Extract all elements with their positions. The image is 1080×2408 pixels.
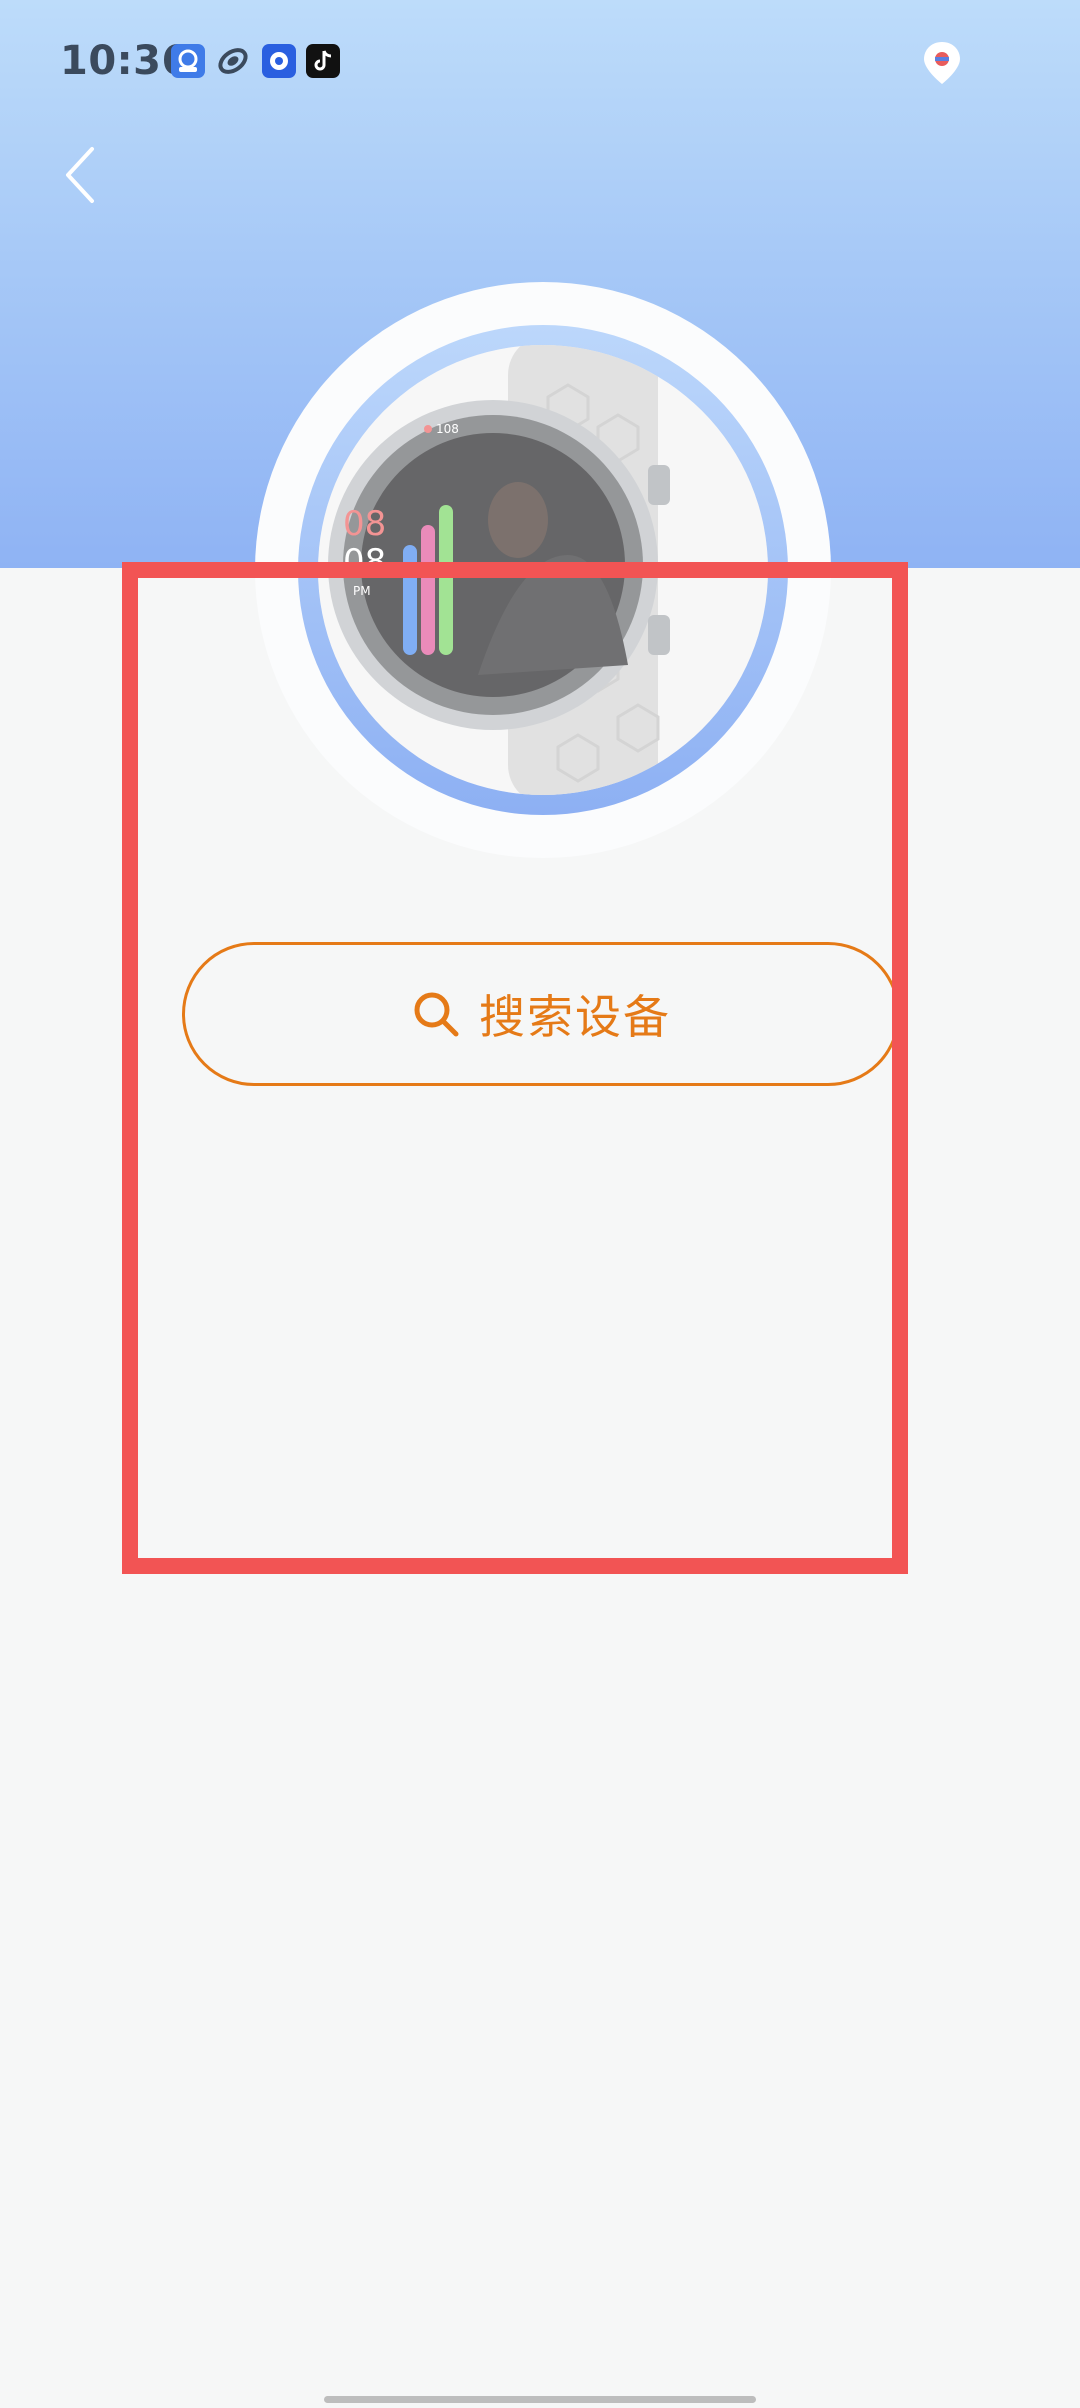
chat-app-icon [262,44,296,78]
swirl-app-icon [216,44,250,78]
tiktok-icon [306,44,340,78]
location-pin-icon [922,40,962,86]
app-notification-icon [171,44,205,78]
back-button[interactable] [50,135,110,215]
highlight-frame [122,562,908,1574]
device-search-screen: 10:36 08 08 PM 108 搜索设备 [0,0,1080,2408]
chevron-left-icon [66,147,94,203]
home-indicator[interactable] [324,2396,756,2403]
